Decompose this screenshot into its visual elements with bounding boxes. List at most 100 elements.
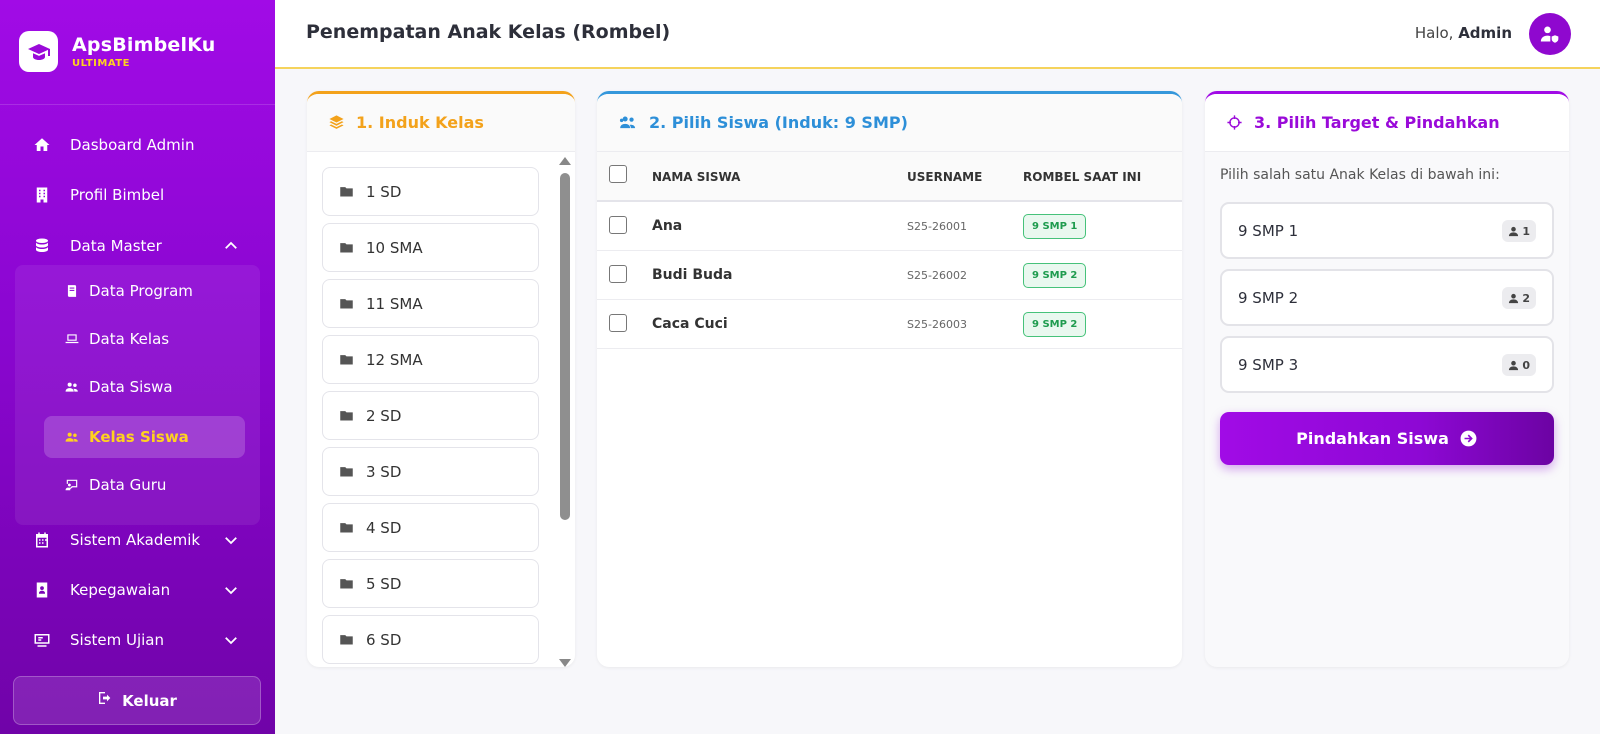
class-item[interactable]: 6 SD: [322, 615, 539, 664]
class-item[interactable]: 5 SD: [322, 559, 539, 608]
class-item[interactable]: 12 SMA: [322, 335, 539, 384]
scroll-down-arrow-icon[interactable]: [559, 659, 571, 667]
table-row[interactable]: Caca Cuci S25-26003 9 SMP 2: [597, 300, 1182, 349]
brand[interactable]: ApsBimbelKu ULTIMATE: [19, 31, 216, 72]
class-label: 6 SD: [366, 630, 402, 649]
layers-icon: [329, 115, 344, 129]
sidebar-item-profil-bimbel[interactable]: Profil Bimbel: [30, 183, 164, 207]
logout-button[interactable]: Keluar: [13, 676, 261, 725]
folder-icon: [340, 355, 353, 365]
chalkboard-icon: [64, 477, 80, 493]
user-greeting: Halo, Admin: [1415, 24, 1512, 42]
folder-icon: [340, 187, 353, 197]
user-name: Admin: [1458, 24, 1512, 42]
building-icon: [30, 183, 54, 207]
panel-header: 3. Pilih Target & Pindahkan: [1205, 94, 1569, 152]
users-icon: [64, 429, 80, 445]
class-list: 1 SD 10 SMA 11 SMA 12 SMA 2 SD 3 SD 4 SD…: [322, 167, 539, 667]
target-class-option[interactable]: 9 SMP 2 2: [1220, 269, 1554, 326]
monitor-icon: [30, 628, 54, 652]
class-label: 5 SD: [366, 574, 402, 593]
rombel-badge: 9 SMP 1: [1023, 214, 1087, 239]
row-checkbox[interactable]: [609, 314, 627, 332]
user-icon: [1509, 360, 1519, 370]
row-checkbox[interactable]: [609, 265, 627, 283]
student-count-badge: 0: [1502, 354, 1536, 376]
class-item[interactable]: 1 SD: [322, 167, 539, 216]
folder-icon: [340, 243, 353, 253]
user-shield-icon: [1540, 26, 1559, 43]
panel-title: 1. Induk Kelas: [356, 113, 484, 132]
book-icon: [64, 283, 80, 299]
class-label: 4 SD: [366, 518, 402, 537]
arrow-circle-right-icon: [1460, 430, 1477, 447]
class-label: 1 SD: [366, 182, 402, 201]
user-icon: [1509, 226, 1519, 236]
sidebar-item-dashboard[interactable]: Dasboard Admin: [30, 133, 194, 157]
target-label: 9 SMP 1: [1238, 221, 1299, 240]
rombel-badge: 9 SMP 2: [1023, 312, 1087, 337]
class-item[interactable]: 2 SD: [322, 391, 539, 440]
sidebar-item-label: Kepegawaian: [70, 581, 171, 599]
folder-icon: [340, 635, 353, 645]
users-icon: [64, 379, 80, 395]
sidebar-subitem-data-kelas[interactable]: Data Kelas: [64, 328, 169, 350]
student-count-badge: 1: [1502, 220, 1536, 242]
class-item[interactable]: 3 SD: [322, 447, 539, 496]
greeting-prefix: Halo,: [1414, 24, 1459, 42]
top-header: Penempatan Anak Kelas (Rombel) Halo, Adm…: [275, 0, 1600, 69]
id-card-icon: [30, 578, 54, 602]
chevron-down-icon[interactable]: [222, 631, 240, 649]
graduation-cap-icon: [19, 31, 58, 72]
target-class-option[interactable]: 9 SMP 3 0: [1220, 336, 1554, 393]
move-students-button[interactable]: Pindahkan Siswa: [1220, 412, 1554, 465]
class-item[interactable]: 10 SMA: [322, 223, 539, 272]
sidebar-item-label: Kelas Siswa: [89, 428, 189, 446]
table-row[interactable]: Budi Buda S25-26002 9 SMP 2: [597, 251, 1182, 300]
class-label: 3 SD: [366, 462, 402, 481]
student-username: S25-26002: [907, 269, 967, 282]
sidebar-subitem-data-program[interactable]: Data Program: [64, 280, 193, 302]
sidebar-item-label: Data Guru: [89, 476, 167, 494]
sidebar-item-sistem-akademik[interactable]: Sistem Akademik: [30, 528, 200, 552]
crosshairs-icon: [1227, 115, 1242, 130]
sidebar-item-kepegawaian[interactable]: Kepegawaian: [30, 578, 170, 602]
sidebar-item-label: Data Siswa: [89, 378, 173, 396]
folder-icon: [340, 299, 353, 309]
chevron-up-icon[interactable]: [222, 237, 240, 255]
scrollbar[interactable]: [559, 157, 571, 667]
logout-icon: [99, 691, 111, 704]
sidebar-subitem-kelas-siswa[interactable]: Kelas Siswa: [64, 426, 189, 448]
target-class-option[interactable]: 9 SMP 1 1: [1220, 202, 1554, 259]
class-item[interactable]: 4 SD: [322, 503, 539, 552]
sidebar-item-label: Data Kelas: [89, 330, 170, 348]
sidebar-subitem-data-guru[interactable]: Data Guru: [64, 474, 166, 496]
class-item[interactable]: 11 SMA: [322, 279, 539, 328]
select-all-checkbox[interactable]: [609, 165, 627, 183]
chevron-down-icon[interactable]: [222, 581, 240, 599]
calendar-icon: [30, 528, 54, 552]
student-count: 0: [1522, 358, 1530, 372]
student-count: 1: [1522, 224, 1530, 238]
sidebar-item-data-master[interactable]: Data Master: [30, 234, 162, 258]
sidebar-subitem-data-siswa[interactable]: Data Siswa: [64, 376, 173, 398]
scrollbar-thumb[interactable]: [560, 173, 570, 520]
table-row[interactable]: Ana S25-26001 9 SMP 1: [597, 202, 1182, 251]
student-name: Caca Cuci: [652, 316, 728, 332]
student-count: 2: [1522, 291, 1530, 305]
sidebar-item-sistem-ujian[interactable]: Sistem Ujian: [30, 628, 164, 652]
row-checkbox[interactable]: [609, 216, 627, 234]
column-header-username: USERNAME: [907, 170, 983, 184]
column-header-name: NAMA SISWA: [652, 170, 741, 184]
student-count-badge: 2: [1502, 287, 1536, 309]
student-username: S25-26001: [907, 220, 967, 233]
table-header: NAMA SISWA USERNAME ROMBEL SAAT INI: [597, 152, 1182, 202]
instruction-text: Pilih salah satu Anak Kelas di bawah ini…: [1220, 167, 1500, 183]
panel-header: 2. Pilih Siswa (Induk: 9 SMP): [597, 94, 1182, 152]
logout-label: Keluar: [122, 691, 177, 710]
panel-induk-kelas: 1. Induk Kelas 1 SD 10 SMA 11 SMA 12 SMA…: [307, 91, 575, 667]
scroll-up-arrow-icon[interactable]: [559, 157, 571, 165]
laptop-icon: [64, 331, 80, 347]
chevron-down-icon[interactable]: [222, 531, 240, 549]
user-avatar[interactable]: [1529, 13, 1571, 55]
